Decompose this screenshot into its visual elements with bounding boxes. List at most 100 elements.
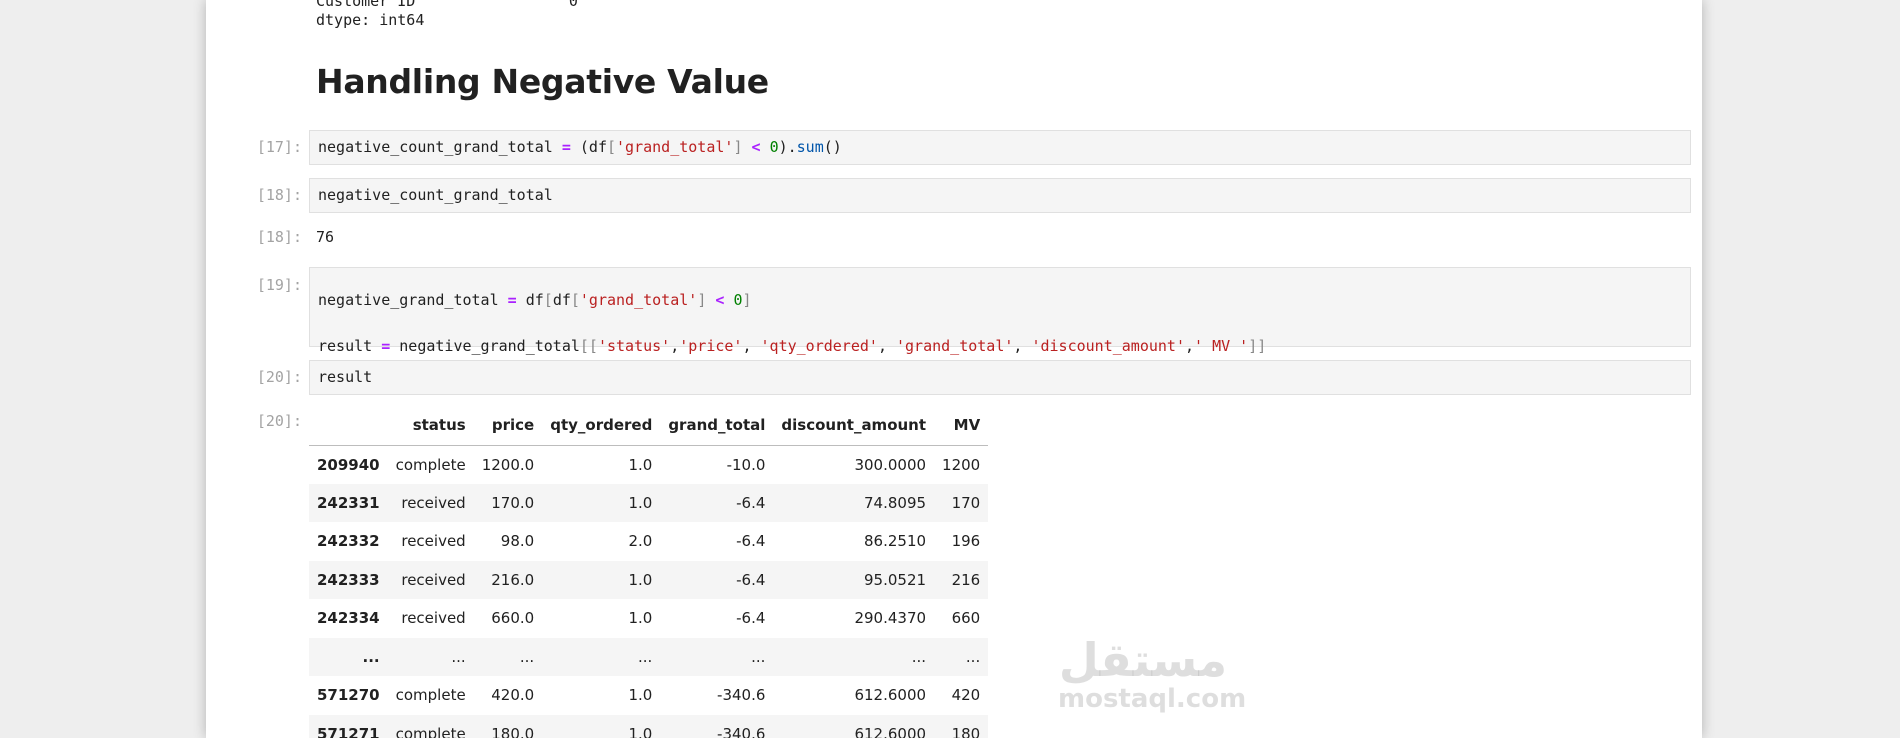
- notebook-page: Customer ID 0 dtype: int64 Handling Nega…: [206, 0, 1702, 738]
- table-cell: 1.0: [628, 686, 653, 705]
- index-header: [309, 405, 388, 446]
- code-bracket: [[: [579, 337, 598, 355]
- code-bracket: ]: [697, 291, 707, 309]
- table-cell: ...: [911, 647, 927, 666]
- table-cell: 180: [951, 724, 981, 738]
- code-token: (): [823, 138, 842, 156]
- code-token: ,: [1013, 337, 1032, 355]
- output-line: dtype: int64: [316, 11, 425, 29]
- table-cell: ...: [519, 647, 535, 666]
- table-cell: -6.4: [736, 609, 766, 628]
- table-cell: -6.4: [736, 532, 766, 551]
- table-cell: received: [401, 493, 466, 512]
- output-prompt: [20]:: [256, 412, 302, 430]
- table-cell: 170.0: [491, 493, 535, 512]
- table-cell: ...: [638, 647, 653, 666]
- code-operator: =: [561, 138, 571, 156]
- code-operator: =: [507, 291, 517, 309]
- row-index: 242333: [317, 570, 380, 589]
- table-cell: 2.0: [628, 532, 653, 551]
- table-cell: 420: [951, 686, 981, 705]
- code-token: negative_count_grand_total: [318, 186, 553, 204]
- code-cell[interactable]: negative_grand_total = df[df['grand_tota…: [309, 267, 1691, 355]
- code-token: ,: [1185, 337, 1195, 355]
- code-token: df: [552, 291, 571, 309]
- table-cell: 196: [951, 532, 981, 551]
- table-row: 242333 received 216.0 1.0 -6.4 95.0521 216: [309, 560, 989, 599]
- table-cell: 660: [951, 609, 981, 628]
- column-header: status: [387, 405, 474, 446]
- table-cell: 1.0: [628, 609, 653, 628]
- watermark-logo: مستقل: [1058, 633, 1228, 687]
- table-cell: complete: [395, 686, 466, 705]
- mostaql-watermark: مستقل mostaql.com: [1058, 633, 1247, 714]
- markdown-heading: Handling Negative Value: [316, 62, 769, 101]
- table-header-row: status price qty_ordered grand_total discoun…: [309, 405, 989, 446]
- code-token: negative_grand_total: [390, 337, 580, 355]
- code-function: sum: [796, 138, 824, 156]
- code-string: 'grand_total': [579, 291, 698, 309]
- table-cell: 420.0: [491, 686, 535, 705]
- code-string: 'grand_total': [896, 337, 1014, 355]
- dataframe-output: status price qty_ordered grand_total discoun…: [309, 405, 989, 738]
- table-row: 242334 received 660.0 1.0 -6.4 290.4370 660: [309, 599, 988, 638]
- code-string: ' MV ': [1194, 337, 1249, 355]
- row-index: 571271: [317, 724, 380, 738]
- column-header: discount_amount: [773, 405, 935, 446]
- table-cell: 1200.0: [481, 455, 535, 474]
- output-line: Customer ID 0: [316, 0, 578, 10]
- code-cell[interactable]: negative_count_grand_total = (df['grand_…: [309, 130, 1691, 165]
- table-cell: -6.4: [736, 493, 766, 512]
- code-token: negative_grand_total: [318, 291, 508, 309]
- table-cell: ...: [451, 647, 466, 666]
- table-cell: received: [401, 532, 466, 551]
- code-cell[interactable]: negative_count_grand_total: [309, 178, 1691, 213]
- code-string: 'status': [597, 337, 671, 355]
- code-token: negative_count_grand_total: [318, 138, 562, 156]
- table-cell: 612.6000: [854, 724, 927, 738]
- input-prompt: [17]:: [256, 138, 302, 156]
- code-operator: <: [706, 291, 734, 309]
- row-index: 571270: [317, 686, 380, 705]
- input-prompt: [20]:: [256, 368, 302, 386]
- table-cell: 86.2510: [864, 532, 927, 551]
- table-cell: received: [401, 609, 466, 628]
- table-row: 242331 received 170.0 1.0 -6.4 74.8095 170: [309, 483, 989, 522]
- table-cell: 1.0: [628, 570, 653, 589]
- table-cell: -340.6: [717, 686, 766, 705]
- row-index: 242331: [317, 493, 380, 512]
- table-cell: 1.0: [628, 493, 653, 512]
- table-row: 242332 received 98.0 2.0 -6.4 86.2510 196: [309, 522, 988, 561]
- column-header: qty_ordered: [542, 405, 661, 446]
- table-cell: received: [401, 570, 466, 589]
- code-token: ).: [778, 138, 797, 156]
- table-cell: 1200: [942, 455, 981, 474]
- row-index: ...: [362, 647, 380, 666]
- code-bracket: [: [543, 291, 553, 309]
- column-header: price: [473, 405, 543, 446]
- table-cell: complete: [395, 455, 466, 474]
- row-index: 242332: [317, 532, 380, 551]
- code-bracket: ]]: [1248, 337, 1267, 355]
- code-cell[interactable]: result: [309, 360, 1691, 395]
- row-index: 242334: [317, 609, 380, 628]
- table-row: 571270 complete 420.0 1.0 -340.6 612.6000 420: [309, 676, 988, 715]
- watermark-text: mostaql.com: [1058, 684, 1247, 714]
- table-cell: ...: [965, 647, 981, 666]
- code-string: 'grand_total': [616, 138, 734, 156]
- input-prompt: [19]:: [256, 276, 302, 294]
- output-prompt: [18]:: [256, 228, 302, 246]
- code-token: (df: [570, 138, 607, 156]
- table-cell: complete: [395, 724, 466, 738]
- code-bracket: ]: [742, 291, 752, 309]
- table-cell: -10.0: [726, 455, 766, 474]
- table-cell: 180.0: [491, 724, 535, 738]
- column-header: MV: [934, 405, 989, 446]
- code-number: 0: [769, 138, 779, 156]
- table-cell: 290.4370: [854, 609, 927, 628]
- table-cell: -6.4: [736, 570, 766, 589]
- code-operator: =: [381, 337, 391, 355]
- table-cell: 1.0: [628, 455, 653, 474]
- table-cell: 74.8095: [864, 493, 927, 512]
- previous-cell-output: Customer ID 0 dtype: int64: [316, 0, 578, 30]
